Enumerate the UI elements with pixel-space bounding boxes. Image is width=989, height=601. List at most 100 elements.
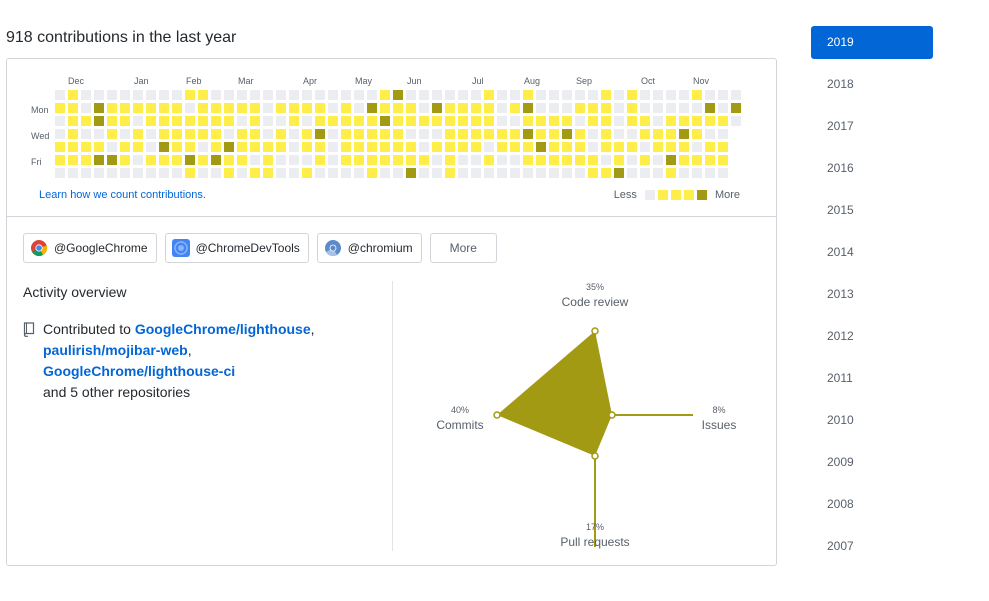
contribution-day[interactable] — [432, 129, 442, 139]
contribution-day[interactable] — [146, 116, 156, 126]
contribution-day[interactable] — [159, 103, 169, 113]
contribution-day[interactable] — [211, 90, 221, 100]
contribution-day[interactable] — [562, 155, 572, 165]
contribution-day[interactable] — [185, 90, 195, 100]
contribution-day[interactable] — [276, 116, 286, 126]
contribution-day[interactable] — [705, 168, 715, 178]
contribution-day[interactable] — [640, 155, 650, 165]
contribution-day[interactable] — [718, 142, 728, 152]
contribution-day[interactable] — [107, 168, 117, 178]
contribution-day[interactable] — [328, 129, 338, 139]
contribution-day[interactable] — [354, 90, 364, 100]
contribution-day[interactable] — [731, 90, 741, 100]
contribution-day[interactable] — [562, 103, 572, 113]
contribution-day[interactable] — [172, 142, 182, 152]
contribution-day[interactable] — [393, 90, 403, 100]
contribution-day[interactable] — [406, 155, 416, 165]
contribution-day[interactable] — [432, 168, 442, 178]
contribution-day[interactable] — [627, 116, 637, 126]
contribution-day[interactable] — [55, 168, 65, 178]
contribution-day[interactable] — [458, 155, 468, 165]
contribution-day[interactable] — [653, 155, 663, 165]
contribution-day[interactable] — [497, 168, 507, 178]
contribution-day[interactable] — [68, 168, 78, 178]
contribution-day[interactable] — [471, 142, 481, 152]
contribution-day[interactable] — [471, 129, 481, 139]
contribution-day[interactable] — [354, 168, 364, 178]
contribution-day[interactable] — [302, 155, 312, 165]
contribution-day[interactable] — [198, 90, 208, 100]
contribution-day[interactable] — [614, 103, 624, 113]
contribution-day[interactable] — [328, 90, 338, 100]
contribution-day[interactable] — [458, 129, 468, 139]
contribution-day[interactable] — [224, 116, 234, 126]
contribution-day[interactable] — [588, 129, 598, 139]
contribution-day[interactable] — [588, 116, 598, 126]
contribution-day[interactable] — [55, 129, 65, 139]
contribution-day[interactable] — [497, 155, 507, 165]
contribution-day[interactable] — [55, 116, 65, 126]
contribution-day[interactable] — [107, 116, 117, 126]
org-button-chromedevtools[interactable]: @ChromeDevTools — [164, 233, 309, 263]
contribution-day[interactable] — [679, 90, 689, 100]
contribution-day[interactable] — [627, 168, 637, 178]
contribution-day[interactable] — [224, 142, 234, 152]
contribution-day[interactable] — [497, 103, 507, 113]
contribution-day[interactable] — [497, 129, 507, 139]
contribution-day[interactable] — [432, 116, 442, 126]
contribution-day[interactable] — [575, 116, 585, 126]
contribution-day[interactable] — [471, 116, 481, 126]
contribution-day[interactable] — [692, 116, 702, 126]
contribution-day[interactable] — [94, 116, 104, 126]
contribution-day[interactable] — [367, 155, 377, 165]
contribution-day[interactable] — [627, 142, 637, 152]
contribution-day[interactable] — [627, 103, 637, 113]
contribution-day[interactable] — [497, 142, 507, 152]
contribution-day[interactable] — [666, 103, 676, 113]
contribution-day[interactable] — [133, 142, 143, 152]
contribution-day[interactable] — [198, 129, 208, 139]
contribution-day[interactable] — [692, 90, 702, 100]
contribution-day[interactable] — [224, 129, 234, 139]
contribution-day[interactable] — [159, 129, 169, 139]
contribution-day[interactable] — [484, 129, 494, 139]
contribution-day[interactable] — [471, 155, 481, 165]
contribution-day[interactable] — [666, 155, 676, 165]
contribution-day[interactable] — [120, 103, 130, 113]
contribution-day[interactable] — [328, 116, 338, 126]
contribution-day[interactable] — [653, 142, 663, 152]
contribution-day[interactable] — [705, 142, 715, 152]
contribution-day[interactable] — [276, 90, 286, 100]
contribution-day[interactable] — [172, 103, 182, 113]
contribution-day[interactable] — [549, 90, 559, 100]
contribution-day[interactable] — [627, 129, 637, 139]
contribution-day[interactable] — [94, 155, 104, 165]
contribution-day[interactable] — [393, 116, 403, 126]
contribution-day[interactable] — [315, 129, 325, 139]
contribution-day[interactable] — [679, 168, 689, 178]
contribution-day[interactable] — [679, 116, 689, 126]
contribution-day[interactable] — [666, 168, 676, 178]
contribution-day[interactable] — [575, 155, 585, 165]
contribution-day[interactable] — [289, 155, 299, 165]
repo-link[interactable]: GoogleChrome/lighthouse-ci — [43, 363, 235, 379]
contribution-day[interactable] — [692, 129, 702, 139]
contribution-day[interactable] — [666, 116, 676, 126]
contribution-day[interactable] — [432, 103, 442, 113]
contribution-day[interactable] — [302, 103, 312, 113]
contribution-day[interactable] — [458, 103, 468, 113]
contribution-day[interactable] — [211, 142, 221, 152]
contribution-day[interactable] — [393, 103, 403, 113]
contribution-day[interactable] — [549, 168, 559, 178]
contribution-day[interactable] — [367, 142, 377, 152]
contribution-day[interactable] — [315, 103, 325, 113]
contribution-day[interactable] — [380, 116, 390, 126]
contribution-day[interactable] — [406, 90, 416, 100]
contribution-day[interactable] — [367, 103, 377, 113]
contribution-day[interactable] — [393, 129, 403, 139]
contribution-day[interactable] — [458, 142, 468, 152]
year-link-2011[interactable]: 2011 — [811, 362, 933, 395]
contribution-day[interactable] — [81, 90, 91, 100]
org-button-googlechrome[interactable]: @GoogleChrome — [23, 233, 157, 263]
contribution-day[interactable] — [523, 90, 533, 100]
